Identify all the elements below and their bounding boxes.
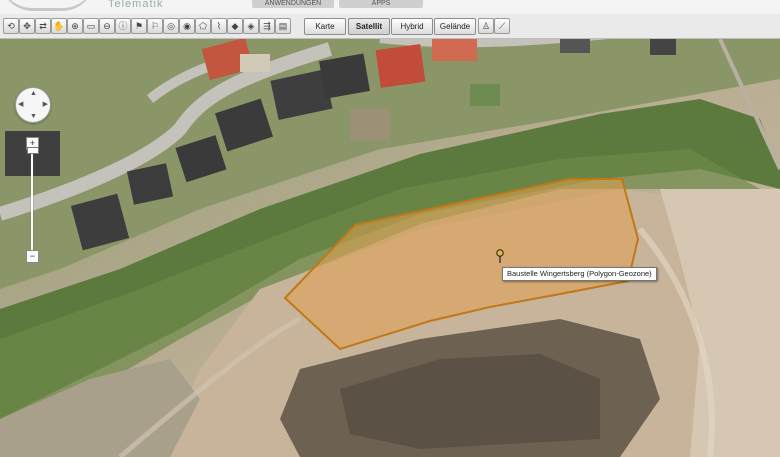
ruler-icon[interactable]: ⟋ [494, 18, 510, 34]
streetview-icon[interactable]: ♙ [478, 18, 494, 34]
zoom-box-icon[interactable]: ▭ [83, 18, 99, 34]
pan-control[interactable]: ▲ ▼ ◀ ▶ [15, 87, 51, 123]
layer-b-icon[interactable]: ◈ [243, 18, 259, 34]
pan-right-icon[interactable]: ▶ [43, 101, 48, 108]
map-type-satellit[interactable]: Satellit [348, 18, 390, 35]
pan-down-icon[interactable]: ▼ [30, 113, 37, 120]
pan-up-icon[interactable]: ▲ [30, 90, 37, 97]
pin-flag-icon[interactable]: ⚑ [131, 18, 147, 34]
nav-tab-anwendungen[interactable]: ANWENDUNGEN [252, 0, 334, 8]
zoom-slider-track[interactable] [31, 145, 33, 255]
traffic-icon[interactable]: ⇶ [259, 18, 275, 34]
zoom-slider-thumb[interactable] [27, 147, 39, 154]
map-type-gelaende[interactable]: Gelände [434, 18, 476, 35]
map-type-karte[interactable]: Karte [304, 18, 346, 35]
pin-poi-icon[interactable]: ⚐ [147, 18, 163, 34]
satellite-imagery [0, 39, 780, 457]
satellite-map[interactable]: ▲ ▼ ◀ ▶ + − Baustelle Wingertsberg (Poly… [0, 39, 780, 457]
geozone-tooltip: Baustelle Wingertsberg (Polygon-Geozone) [502, 267, 657, 281]
zoom-out-icon[interactable]: ⊖ [99, 18, 115, 34]
map-type-hybrid[interactable]: Hybrid [391, 18, 433, 35]
refresh-icon[interactable]: ⟲ [3, 18, 19, 34]
measure-icon[interactable]: ⌇ [211, 18, 227, 34]
layer-a-icon[interactable]: ◆ [227, 18, 243, 34]
app-header: Telematik ANWENDUNGEN APPS [0, 0, 780, 14]
nav-tab-apps[interactable]: APPS [339, 0, 423, 8]
polygon-icon[interactable]: ⬠ [195, 18, 211, 34]
hand-icon[interactable]: ✋ [51, 18, 67, 34]
chart-icon[interactable]: ▤ [275, 18, 291, 34]
info-icon[interactable]: ⓘ [115, 18, 131, 34]
pan-left-icon[interactable]: ◀ [18, 101, 23, 108]
radius-icon[interactable]: ◎ [163, 18, 179, 34]
logo [0, 0, 95, 11]
brand-name: Telematik [108, 0, 164, 10]
map-toolbar: Karte Satellit Hybrid Gelände ⟲ ✥ ⇄ ✋ ⊕ ▭ ⊖ ⓘ ⚑ ⚐… [0, 14, 780, 39]
circle-zone-icon[interactable]: ◉ [179, 18, 195, 34]
zoom-out-button[interactable]: − [26, 250, 39, 263]
move-icon[interactable]: ✥ [19, 18, 35, 34]
route-icon[interactable]: ⇄ [35, 18, 51, 34]
zoom-in-icon[interactable]: ⊕ [67, 18, 83, 34]
